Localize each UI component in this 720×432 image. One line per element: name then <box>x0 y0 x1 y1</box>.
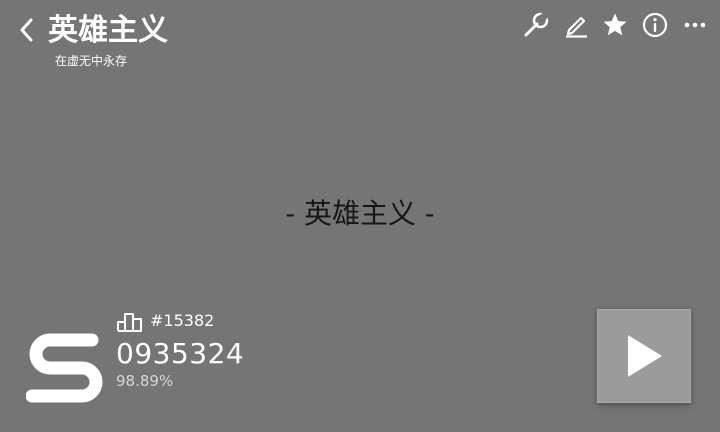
edit-button[interactable] <box>561 10 591 40</box>
song-title: 英雄主义 <box>48 13 168 48</box>
leaderboard-icon <box>116 310 144 332</box>
wrench-button[interactable] <box>521 10 551 40</box>
rank-value: #15382 <box>150 311 215 330</box>
info-icon <box>642 12 668 38</box>
more-button[interactable] <box>680 10 710 40</box>
accuracy-value: 98.89% <box>116 372 174 390</box>
grade-s-logo <box>25 326 106 406</box>
star-icon <box>603 13 627 36</box>
more-icon <box>684 22 706 28</box>
favorite-button[interactable] <box>600 10 630 40</box>
song-subtitle: 在虚无中永存 <box>55 54 128 68</box>
play-button[interactable] <box>597 309 691 403</box>
play-icon <box>628 335 662 377</box>
back-icon <box>20 18 33 42</box>
info-button[interactable] <box>640 10 670 40</box>
back-button[interactable] <box>12 12 42 48</box>
score-value: 0935324 <box>116 337 245 370</box>
chart-title-display: - 英雄主义 - <box>285 197 435 230</box>
edit-icon <box>566 16 587 38</box>
rank-row: #15382 <box>116 309 214 333</box>
top-bar: 英雄主义 在虚无中永存 <box>0 0 720 80</box>
wrench-icon <box>524 11 550 37</box>
